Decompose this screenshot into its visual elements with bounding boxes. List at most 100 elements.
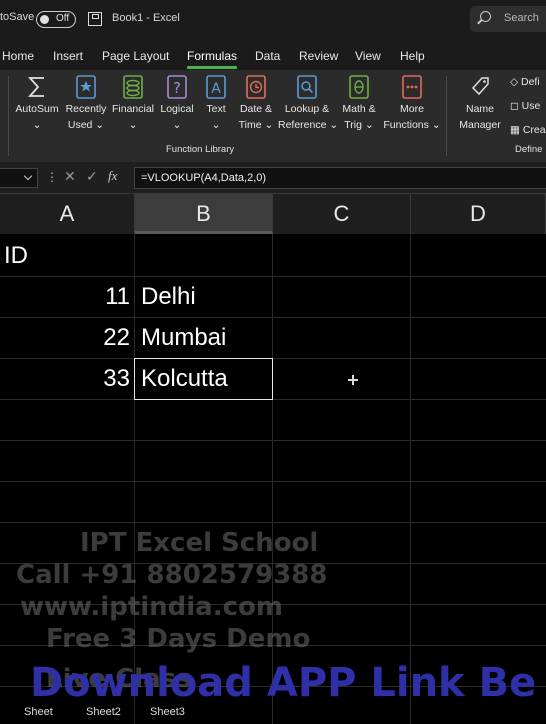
- gridline: [0, 358, 546, 359]
- toggle-knob: [40, 15, 49, 24]
- search-box[interactable]: Search: [470, 6, 546, 32]
- create-from-selection-button[interactable]: ▦ Crea: [510, 124, 546, 136]
- column-header-a[interactable]: A: [0, 194, 135, 234]
- more-functions-button[interactable]: More Functions ⌄: [383, 74, 441, 132]
- more-functions-label: More: [400, 103, 424, 115]
- tab-formulas[interactable]: Formulas: [187, 49, 238, 69]
- date-time-label-2: Time ⌄: [238, 119, 274, 131]
- grid-small-icon: ▦: [510, 124, 520, 136]
- question-book-icon: ?: [165, 74, 189, 100]
- tab-review[interactable]: Review: [299, 49, 338, 63]
- autosum-label: AutoSum: [15, 103, 59, 115]
- recently-used-label: Recently: [65, 103, 107, 115]
- watermark-line: Call +91 8802579388: [16, 560, 328, 590]
- formula-bar: ⋮ ✕ ✓ fx =VLOOKUP(A4,Data,2,0): [0, 162, 546, 194]
- name-manager-label: Name: [465, 103, 494, 115]
- sheet-tab[interactable]: Sheet3: [150, 706, 185, 720]
- watermark-line: IPT Excel School: [80, 528, 319, 558]
- math-trig-button[interactable]: Math & Trig ⌄: [338, 74, 380, 132]
- title-bar: toSave Off Book1 - Excel Search: [0, 0, 546, 40]
- column-header-b[interactable]: B: [135, 194, 273, 234]
- watermark-line: Free 3 Days Demo: [46, 624, 311, 654]
- define-name-button[interactable]: ◇ Defi: [510, 76, 540, 88]
- enter-icon[interactable]: ✓: [86, 168, 98, 185]
- name-manager-button[interactable]: Name Manager: [456, 74, 504, 132]
- text-button[interactable]: A Text ⌄: [201, 74, 231, 132]
- more-options-icon[interactable]: ⋮: [46, 170, 58, 184]
- search-placeholder: Search: [504, 12, 539, 24]
- text-book-icon: A: [204, 74, 228, 100]
- recently-used-button[interactable]: Recently Used ⌄: [63, 74, 109, 132]
- name-tag-icon: [468, 74, 492, 100]
- sheet-tab[interactable]: Sheet: [24, 706, 53, 720]
- date-time-button[interactable]: Date & Time ⌄: [235, 74, 277, 132]
- gridline: [0, 481, 546, 482]
- ribbon-tabs: Home Insert Page Layout Formulas Data Re…: [0, 40, 546, 70]
- sheet-tab[interactable]: Sheet2: [86, 706, 121, 720]
- financial-label: Financial: [111, 103, 155, 115]
- create-label: Crea: [522, 124, 546, 136]
- cell-b2[interactable]: Delhi: [141, 283, 196, 311]
- star-book-icon: [74, 74, 98, 100]
- active-cell-border: [134, 358, 273, 400]
- use-in-formula-label: Use: [521, 100, 541, 112]
- tab-data[interactable]: Data: [255, 49, 280, 63]
- tab-page-layout[interactable]: Page Layout: [102, 49, 169, 63]
- tab-insert[interactable]: Insert: [53, 49, 83, 63]
- coins-icon: [121, 74, 145, 100]
- watermark-line: www.iptindia.com: [20, 592, 283, 622]
- text-label: Text: [206, 103, 226, 115]
- search-icon: [480, 11, 491, 22]
- function-library-label: Function Library: [166, 144, 235, 155]
- cell-b3[interactable]: Mumbai: [141, 324, 226, 352]
- financial-caret: ⌄: [128, 119, 138, 131]
- sigma-icon: [25, 74, 49, 100]
- logical-caret: ⌄: [172, 119, 182, 131]
- tab-view[interactable]: View: [355, 49, 381, 63]
- logical-button[interactable]: ? Logical ⌄: [155, 74, 199, 132]
- autosum-button[interactable]: AutoSum ⌄: [14, 74, 60, 132]
- tab-help[interactable]: Help: [400, 49, 425, 63]
- cancel-icon[interactable]: ✕: [64, 168, 76, 185]
- clock-book-icon: [244, 74, 268, 100]
- text-caret: ⌄: [211, 119, 221, 131]
- cell-a1[interactable]: ID: [4, 242, 28, 270]
- autosave-label: toSave: [0, 11, 35, 23]
- financial-button[interactable]: Financial ⌄: [110, 74, 156, 132]
- lookup-label-2: Reference ⌄: [278, 119, 339, 131]
- ribbon-separator: [8, 76, 9, 156]
- logical-label: Logical: [160, 103, 194, 115]
- cell-a3[interactable]: 22: [0, 324, 130, 352]
- gridline: [0, 399, 546, 400]
- name-box[interactable]: [0, 168, 38, 188]
- download-banner: Download APP Link Be: [30, 660, 537, 706]
- magnifier-book-icon: [295, 74, 319, 100]
- recently-used-label-2: Used ⌄: [67, 119, 105, 131]
- save-icon[interactable]: [88, 12, 102, 26]
- gridline: [410, 234, 411, 724]
- column-header-d[interactable]: D: [411, 194, 546, 234]
- formula-input[interactable]: =VLOOKUP(A4,Data,2,0): [134, 167, 546, 189]
- use-in-formula-button[interactable]: ◻ Use: [510, 100, 540, 112]
- define-name-label: Defi: [521, 76, 540, 88]
- cell-a4[interactable]: 33: [0, 365, 130, 393]
- lookup-reference-button[interactable]: Lookup & Reference ⌄: [278, 74, 339, 132]
- more-functions-label-2: Functions ⌄: [383, 119, 441, 131]
- insert-function-icon[interactable]: fx: [108, 168, 117, 184]
- tab-home[interactable]: Home: [2, 49, 34, 63]
- autosave-toggle[interactable]: Off: [36, 11, 76, 28]
- ribbon-separator-2: [446, 76, 447, 156]
- lookup-label: Lookup &: [284, 103, 330, 115]
- gridline: [0, 522, 546, 523]
- gridline: [0, 317, 546, 318]
- cursor-icon: [348, 375, 358, 385]
- theta-book-icon: [347, 74, 371, 100]
- ribbon: AutoSum ⌄ Recently Used ⌄ Financial ⌄ ? …: [0, 70, 546, 162]
- fx-small-icon: ◻: [510, 100, 519, 112]
- chevron-down-icon: [23, 171, 33, 181]
- gridline: [0, 276, 546, 277]
- toggle-state: Off: [56, 13, 70, 24]
- column-header-c[interactable]: C: [273, 194, 411, 234]
- cell-a2[interactable]: 11: [0, 283, 130, 311]
- gridline: [0, 440, 546, 441]
